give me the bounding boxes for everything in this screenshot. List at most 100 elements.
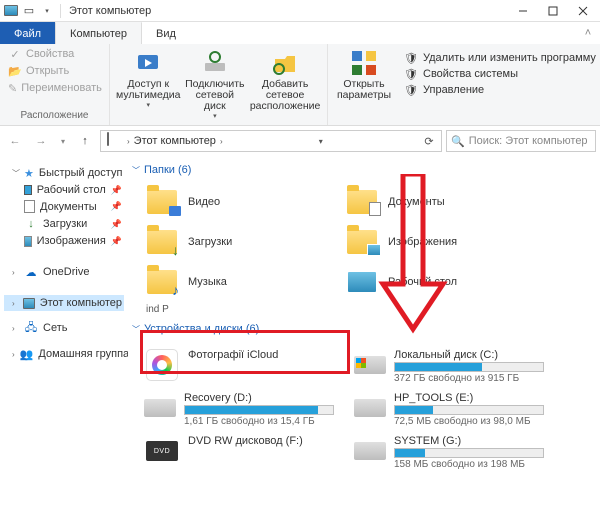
folder-downloads[interactable]: Загрузки	[128, 222, 328, 262]
sidebar-pictures[interactable]: Изображения📌	[4, 233, 124, 249]
settings-icon	[349, 48, 379, 78]
collapse-ribbon-icon[interactable]: ˄	[576, 22, 600, 44]
computer-icon	[23, 298, 35, 309]
drive-item[interactable]: Локальный диск (C:) 372 ГБ свободно из 91…	[338, 345, 548, 388]
drive-freespace: 372 ГБ свободно из 915 ГБ	[394, 373, 544, 384]
open-button: 📂Открыть	[6, 63, 103, 79]
drive-icon	[144, 399, 176, 417]
group-location-label: Расположение	[6, 110, 103, 123]
capacity-bar	[394, 448, 544, 458]
nav-back-button[interactable]: ←	[4, 130, 26, 152]
drive-icon	[354, 356, 386, 374]
chevron-right-icon[interactable]: ›	[220, 137, 223, 146]
qat-dropdown-icon[interactable]: ▾	[40, 4, 54, 18]
nav-row: ← → ▾ ↑ › Этот компьютер › ▾ ⟳ 🔍 Поиск: …	[0, 126, 600, 156]
drive-item[interactable]: Recovery (D:) 1,61 ГБ свободно из 15,4 ГБ	[128, 388, 338, 431]
highlight-annotation	[140, 330, 350, 374]
tab-computer[interactable]: Компьютер	[55, 22, 142, 44]
nav-history-button[interactable]: ▾	[56, 130, 70, 152]
maximize-button[interactable]	[538, 0, 568, 22]
drive-name: HP_TOOLS (E:)	[394, 392, 544, 404]
addnet-icon	[270, 48, 300, 78]
sidebar-downloads[interactable]: ↓Загрузки📌	[4, 215, 124, 233]
drive-name: SYSTEM (G:)	[394, 435, 544, 447]
drive-item[interactable]: DVD RW дисковод (F:)	[128, 431, 338, 474]
drive-name: Recovery (D:)	[184, 392, 334, 404]
sidebar-this-pc[interactable]: ›Этот компьютер	[4, 295, 124, 311]
capacity-bar	[184, 405, 334, 415]
tab-file[interactable]: Файл	[0, 22, 55, 44]
search-placeholder: Поиск: Этот компьютер	[469, 135, 588, 147]
drive-name: DVD RW дисковод (F:)	[188, 435, 303, 447]
address-dropdown-icon[interactable]: ▾	[311, 137, 331, 146]
search-icon: 🔍	[451, 135, 465, 148]
manage-icon: 🛡	[404, 83, 418, 97]
nav-forward-button: →	[30, 130, 52, 152]
network-icon: 🖧	[24, 321, 38, 335]
tab-view[interactable]: Вид	[142, 22, 190, 44]
properties-button: ✓Свойства	[6, 46, 103, 62]
chevron-down-icon: ﹀	[132, 324, 140, 335]
pin-icon: 📌	[111, 185, 122, 196]
folder-music[interactable]: Музыка	[128, 262, 328, 302]
app-icon	[4, 4, 18, 18]
folder-videos[interactable]: Видео	[128, 182, 328, 222]
download-icon: ↓	[24, 217, 38, 231]
uninstall-icon: 🛡	[404, 51, 418, 65]
cloud-icon: ☁	[24, 265, 38, 279]
desktop-icon	[347, 271, 377, 293]
drive-icon	[354, 442, 386, 460]
close-button[interactable]	[568, 0, 598, 22]
breadcrumb-segment[interactable]: Этот компьютер	[130, 135, 220, 147]
folder-icon	[147, 230, 177, 254]
star-icon: ★	[24, 166, 34, 180]
drive-freespace: 1,61 ГБ свободно из 15,4 ГБ	[184, 416, 334, 427]
uninstall-program-button[interactable]: 🛡Удалить или изменить программу	[404, 50, 596, 66]
folder-icon	[347, 190, 377, 214]
drive-item[interactable]: HP_TOOLS (E:) 72,5 МБ свободно из 98,0 МБ	[338, 388, 548, 431]
open-settings-button[interactable]: Открыть параметры	[334, 46, 394, 101]
map-netdrive-button[interactable]: Подключить сетевой диск▾	[184, 46, 245, 120]
media-access-button[interactable]: Доступ к мультимедиа▾	[116, 46, 180, 120]
add-netloc-button[interactable]: Добавить сетевое расположение	[249, 46, 321, 120]
ribbon-tabs: Файл Компьютер Вид ˄	[0, 22, 600, 44]
document-icon	[24, 200, 35, 213]
minimize-button[interactable]	[508, 0, 538, 22]
drive-freespace: 72,5 МБ свободно из 98,0 МБ	[394, 416, 544, 427]
drive-name: Локальный диск (C:)	[394, 349, 544, 361]
manage-button[interactable]: 🛡Управление	[404, 82, 596, 98]
sidebar-desktop[interactable]: Рабочий стол📌	[4, 182, 124, 198]
truncated-label: ind P	[128, 304, 594, 315]
folder-icon	[147, 270, 177, 294]
sidebar-network[interactable]: ›🖧Сеть	[4, 319, 124, 337]
pin-icon: 📌	[111, 219, 122, 230]
folders-section-header[interactable]: ﹀ Папки (6)	[128, 162, 594, 182]
rename-button: ✎Переименовать	[6, 80, 103, 96]
drive-item[interactable]: SYSTEM (G:)158 МБ свободно из 198 МБ	[338, 431, 548, 474]
nav-up-button[interactable]: ↑	[74, 130, 96, 152]
sidebar-quick-access[interactable]: ﹀★Быстрый доступ	[4, 164, 124, 182]
sidebar-onedrive[interactable]: ›☁OneDrive	[4, 263, 124, 281]
capacity-bar	[394, 405, 544, 415]
system-properties-button[interactable]: 🛡Свойства системы	[404, 66, 596, 82]
drive-icon	[354, 399, 386, 417]
sidebar-documents[interactable]: Документы📌	[4, 198, 124, 215]
pin-icon: 📌	[111, 236, 122, 247]
capacity-bar	[394, 362, 544, 372]
qat-props-icon[interactable]: ▭	[22, 4, 36, 18]
media-icon	[133, 48, 163, 78]
homegroup-icon: 👥	[20, 347, 34, 361]
folder-icon	[347, 230, 377, 254]
content-pane: ﹀ Папки (6) Видео Документы Загрузки Изо…	[128, 156, 600, 507]
ribbon: ✓Свойства 📂Открыть ✎Переименовать Распол…	[0, 44, 600, 126]
sidebar-homegroup[interactable]: ›👥Домашняя группа	[4, 345, 124, 363]
netdrive-icon	[200, 48, 230, 78]
address-bar[interactable]: › Этот компьютер › ▾ ⟳	[100, 130, 442, 152]
desktop-icon	[24, 185, 32, 195]
arrow-annotation	[378, 174, 448, 334]
search-input[interactable]: 🔍 Поиск: Этот компьютер	[446, 130, 596, 152]
nav-sidebar: ﹀★Быстрый доступ Рабочий стол📌 Документы…	[0, 156, 128, 507]
refresh-icon[interactable]: ⟳	[419, 135, 439, 148]
pin-icon: 📌	[111, 201, 122, 212]
chevron-down-icon: ﹀	[132, 165, 140, 176]
